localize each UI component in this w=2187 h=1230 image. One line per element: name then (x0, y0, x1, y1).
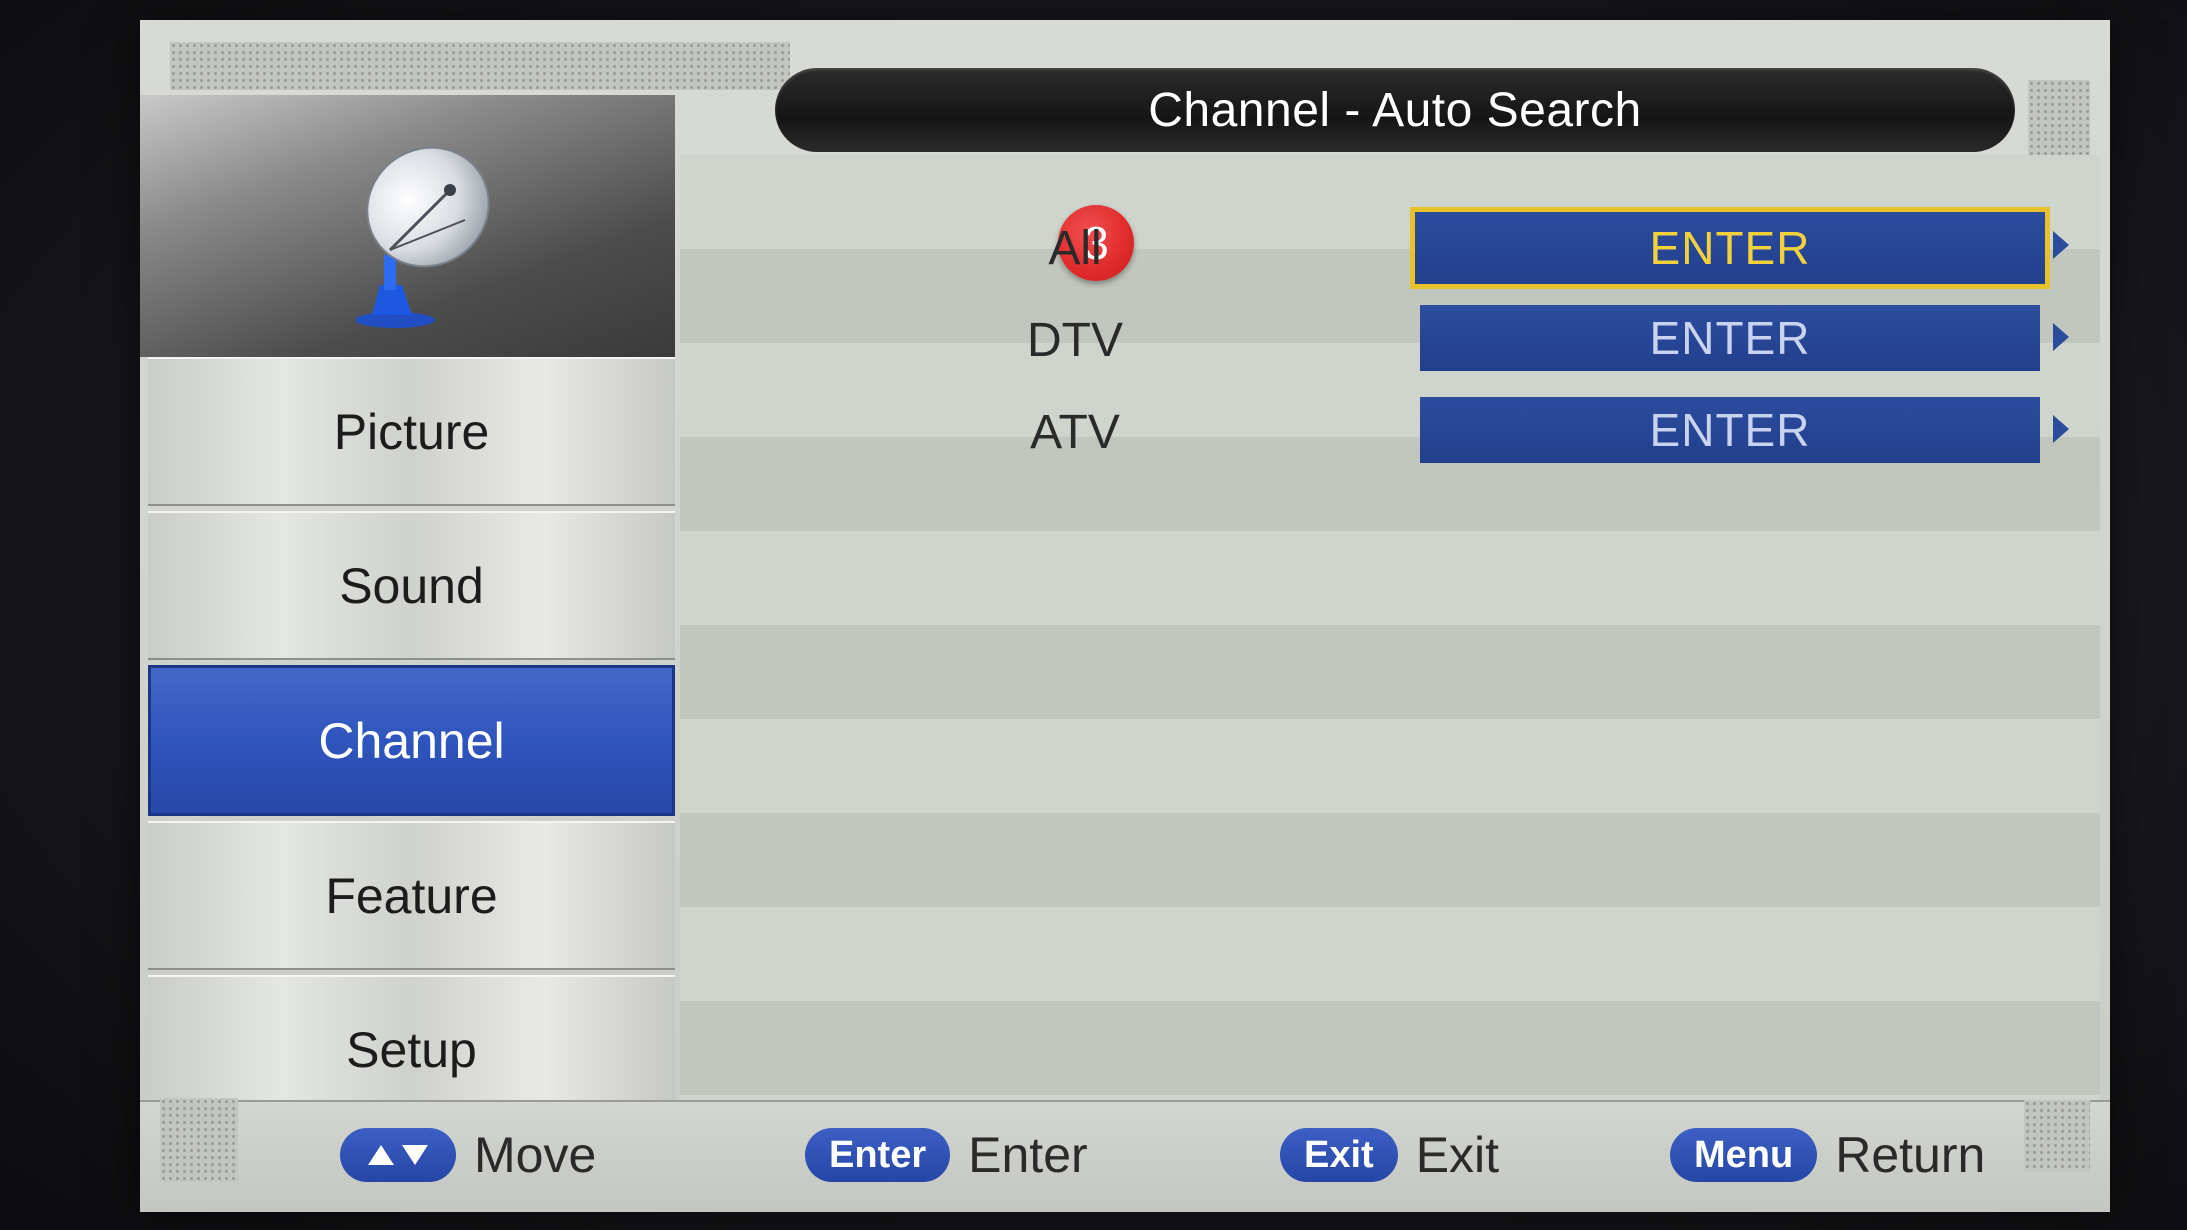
enter-button-all[interactable]: ENTER (1410, 207, 2050, 289)
decorative-dot-corner (160, 1098, 238, 1182)
sidebar-item-sound[interactable]: Sound (148, 511, 675, 660)
arrow-down-icon (402, 1145, 428, 1165)
up-down-arrows-icon[interactable] (340, 1128, 456, 1182)
sidebar-item-picture[interactable]: Picture (148, 357, 675, 506)
exit-key-button[interactable]: Exit (1280, 1128, 1398, 1182)
option-row-atv[interactable]: ATV ENTER (680, 387, 2100, 479)
enter-button-dtv[interactable]: ENTER (1420, 305, 2040, 371)
sidebar-item-channel[interactable]: Channel (148, 665, 675, 816)
sidebar-item-label: Picture (333, 403, 490, 460)
title-bar: Channel - Auto Search (775, 68, 2015, 152)
sidebar-item-label: Channel (318, 712, 505, 769)
category-icon-panel (140, 95, 675, 357)
enter-button-atv[interactable]: ENTER (1420, 397, 2040, 463)
sidebar-menu: Picture Sound Channel Feature Setup (148, 357, 675, 1129)
sidebar-item-feature[interactable]: Feature (148, 821, 675, 970)
option-label-atv: ATV (1030, 406, 1120, 459)
arrow-up-icon (368, 1145, 394, 1165)
hint-enter: Enter Enter (805, 1126, 1088, 1184)
hint-exit: Exit Exit (1280, 1126, 1499, 1184)
hint-label-return: Return (1835, 1127, 1986, 1183)
sidebar-item-label: Setup (346, 1021, 477, 1078)
option-label-all: All (1048, 222, 1102, 275)
hint-menu: Menu Return (1670, 1126, 1985, 1184)
option-label-dtv: DTV (1027, 314, 1123, 367)
hint-label-move: Move (474, 1127, 597, 1183)
decorative-dot-corner (2024, 1100, 2090, 1172)
option-row-all[interactable]: 3 All ENTER (680, 203, 2100, 295)
decorative-dot-strip (170, 42, 790, 90)
decorative-dot-corner (2028, 80, 2090, 160)
sidebar-item-label: Feature (325, 867, 498, 924)
chevron-right-icon[interactable] (2053, 231, 2069, 259)
enter-key-button[interactable]: Enter (805, 1128, 951, 1182)
hint-move: Move (340, 1126, 596, 1184)
key-hints-footer: Move Enter Enter Exit Exit Menu Return (140, 1098, 2110, 1212)
osd-menu-panel: Channel - Auto Search Picture Sound Chan… (140, 20, 2110, 1212)
option-row-dtv[interactable]: DTV ENTER (680, 295, 2100, 387)
satellite-dish-icon (355, 146, 490, 328)
page-title: Channel - Auto Search (1148, 83, 1642, 137)
chevron-right-icon[interactable] (2053, 415, 2069, 443)
sidebar-item-label: Sound (339, 557, 484, 614)
hint-label-exit: Exit (1415, 1127, 1500, 1183)
menu-key-button[interactable]: Menu (1670, 1128, 1818, 1182)
chevron-right-icon[interactable] (2053, 323, 2069, 351)
tv-screen: Channel - Auto Search Picture Sound Chan… (0, 0, 2187, 1230)
auto-search-options: 3 All ENTER DTV ENTER ATV ENTER (680, 155, 2100, 1100)
hint-label-enter: Enter (968, 1127, 1088, 1183)
